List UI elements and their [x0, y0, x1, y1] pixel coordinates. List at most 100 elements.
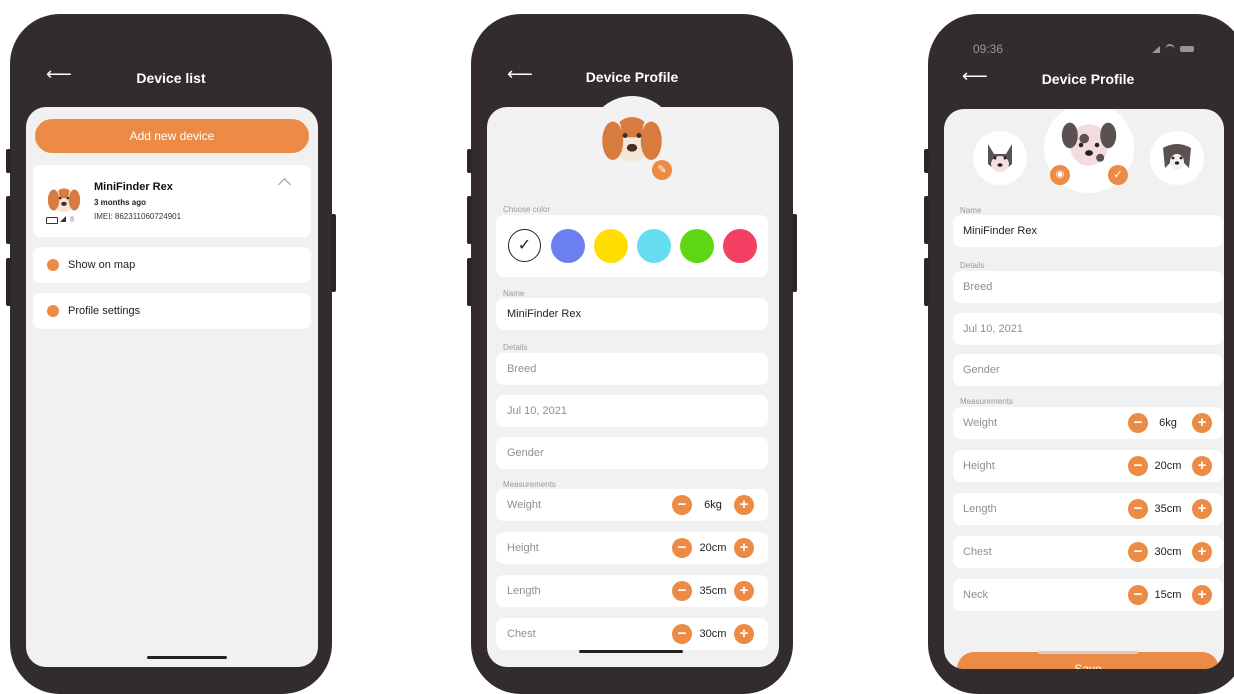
side-button	[924, 149, 929, 173]
phone-device-profile-2: 09:36 ⟵ Device Profile ◉ ✓ Name MiniFind…	[924, 14, 1234, 694]
plus-button[interactable]: +	[1192, 499, 1212, 519]
minus-button[interactable]: −	[1128, 456, 1148, 476]
plus-button[interactable]: +	[734, 495, 754, 515]
measurement-row-weight: Weight − 6kg +	[496, 489, 768, 521]
measurement-value: 6kg	[1159, 417, 1177, 429]
pet-avatar-husky[interactable]	[973, 131, 1027, 185]
color-swatch-blue[interactable]	[551, 229, 585, 263]
page-title: Device Profile	[585, 69, 679, 85]
side-button	[792, 214, 797, 292]
side-button	[924, 258, 929, 306]
back-arrow-icon[interactable]: ⟵	[962, 66, 988, 87]
measurement-value: 30cm	[1154, 546, 1182, 558]
side-button	[6, 149, 11, 173]
edit-icon[interactable]: ✎	[652, 160, 672, 180]
measurement-value: 15cm	[1154, 589, 1182, 601]
shihtzu-face-icon	[1163, 144, 1191, 170]
side-button	[6, 258, 11, 306]
show-on-map-item[interactable]: Show on map	[33, 247, 311, 283]
screen: Choose color ✓ Name MiniFinder Rex Detai…	[487, 107, 779, 667]
gender-field[interactable]: Gender	[496, 437, 768, 469]
measurements-label: Measurements	[503, 480, 556, 489]
signal-icon	[60, 216, 66, 222]
plus-button[interactable]: +	[734, 538, 754, 558]
device-card[interactable]: MiniFinder Rex 3 months ago IMEI: 862311…	[33, 165, 311, 237]
color-swatch-yellow[interactable]	[594, 229, 628, 263]
birthdate-field[interactable]: Jul 10, 2021	[496, 395, 768, 427]
home-indicator[interactable]	[147, 656, 227, 659]
imei: IMEI: 862311060724901	[94, 212, 182, 221]
home-indicator[interactable]	[579, 650, 683, 653]
pet-avatar[interactable]: ✎	[588, 96, 676, 184]
menu-label: Show on map	[68, 259, 136, 271]
minus-button[interactable]: −	[672, 624, 692, 644]
color-swatch-white-selected[interactable]: ✓	[508, 229, 541, 262]
minus-button[interactable]: −	[672, 581, 692, 601]
minus-button[interactable]: −	[1128, 542, 1148, 562]
name-field[interactable]: MiniFinder Rex	[496, 298, 768, 330]
wifi-icon	[1165, 44, 1175, 56]
screen: ◉ ✓ Name MiniFinder Rex Details Breed Ju…	[944, 109, 1224, 669]
plus-button[interactable]: +	[1192, 585, 1212, 605]
pet-avatar-dalmatian-selected[interactable]: ◉ ✓	[1044, 109, 1134, 193]
gender-placeholder: Gender	[507, 447, 544, 459]
measurement-label: Chest	[963, 546, 992, 558]
breed-field[interactable]: Breed	[953, 271, 1223, 303]
page-title: Device Profile	[1041, 71, 1135, 87]
plus-button[interactable]: +	[1192, 542, 1212, 562]
choose-color-label: Choose color	[503, 205, 551, 214]
color-swatch-cyan[interactable]	[637, 229, 671, 263]
measurement-label: Weight	[963, 417, 998, 429]
measurement-label: Chest	[507, 628, 536, 640]
minus-button[interactable]: −	[1128, 499, 1148, 519]
details-label: Details	[503, 343, 528, 352]
phone-device-profile: ⟵ Device Profile ✎ Choose color ✓ Name M…	[467, 14, 797, 694]
husky-face-icon	[988, 144, 1012, 172]
side-button	[331, 214, 336, 292]
gender-field[interactable]: Gender	[953, 354, 1223, 386]
profile-settings-item[interactable]: Profile settings	[33, 293, 311, 329]
side-button	[467, 149, 472, 173]
plus-button[interactable]: +	[734, 581, 754, 601]
birthdate-value: Jul 10, 2021	[507, 405, 567, 417]
minus-button[interactable]: −	[1128, 413, 1148, 433]
measurement-row-length: Length − 35cm +	[496, 575, 768, 607]
camera-icon[interactable]: ◉	[1050, 165, 1070, 185]
screen: Add new device MiniFinder Rex 3 months a…	[26, 107, 318, 667]
side-button	[6, 196, 11, 244]
name-value: MiniFinder Rex	[507, 308, 581, 320]
name-field[interactable]: MiniFinder Rex	[953, 215, 1223, 247]
measurement-label: Weight	[507, 499, 542, 511]
save-button[interactable]: Save	[957, 652, 1219, 669]
birthdate-value: Jul 10, 2021	[963, 323, 1023, 335]
measurement-label: Length	[963, 503, 997, 515]
plus-button[interactable]: +	[1192, 456, 1212, 476]
measurement-label: Height	[507, 542, 539, 554]
measurement-row-chest: Chest − 30cm +	[953, 536, 1223, 568]
name-label: Name	[960, 206, 982, 215]
pet-avatar-shihtzu[interactable]	[1150, 131, 1204, 185]
status-icons	[1152, 44, 1196, 54]
plus-button[interactable]: +	[734, 624, 754, 644]
plus-button[interactable]: +	[1192, 413, 1212, 433]
breed-field[interactable]: Breed	[496, 353, 768, 385]
measurement-row-height: Height − 20cm +	[953, 450, 1223, 482]
color-swatch-green[interactable]	[680, 229, 714, 263]
add-new-device-button[interactable]: Add new device	[35, 119, 309, 153]
color-swatch-pink[interactable]	[723, 229, 757, 263]
measurement-value: 30cm	[699, 628, 727, 640]
breed-placeholder: Breed	[507, 363, 537, 375]
phone-device-list: ⟵ Device list Add new device MiniFinder …	[6, 14, 336, 694]
minus-button[interactable]: −	[1128, 585, 1148, 605]
measurement-row-height: Height − 20cm +	[496, 532, 768, 564]
back-arrow-icon[interactable]: ⟵	[507, 64, 533, 85]
battery-icon	[46, 217, 58, 224]
back-arrow-icon[interactable]: ⟵	[46, 64, 72, 85]
home-indicator[interactable]	[1038, 651, 1138, 654]
minus-button[interactable]: −	[672, 495, 692, 515]
status-time: 09:36	[973, 42, 1004, 56]
birthdate-field[interactable]: Jul 10, 2021	[953, 313, 1223, 345]
minus-button[interactable]: −	[672, 538, 692, 558]
measurement-label: Length	[507, 585, 541, 597]
chevron-up-icon[interactable]	[278, 178, 291, 191]
